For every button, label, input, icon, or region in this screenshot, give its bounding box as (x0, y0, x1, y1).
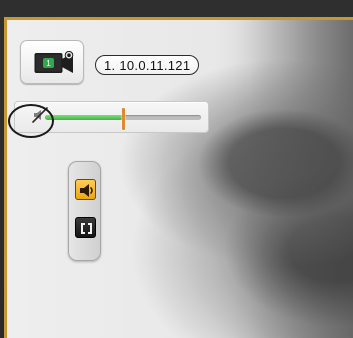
fullscreen-button[interactable] (75, 217, 96, 238)
volume-fill (45, 115, 123, 120)
fullscreen-icon (81, 223, 92, 234)
side-toolbar (68, 161, 101, 261)
audio-toggle-button[interactable] (75, 179, 96, 200)
camera-button[interactable]: 1 (20, 40, 84, 84)
video-player: 1 1. 10.0.11.121 (0, 0, 353, 338)
speaker-audio-icon (80, 184, 93, 197)
volume-thumb[interactable] (122, 108, 125, 130)
video-camera-icon: 1 (34, 51, 74, 73)
channel-badge: 1 (46, 59, 51, 68)
camera-ip-label: 1. 10.0.11.121 (95, 55, 200, 75)
volume-slider[interactable] (14, 101, 209, 133)
